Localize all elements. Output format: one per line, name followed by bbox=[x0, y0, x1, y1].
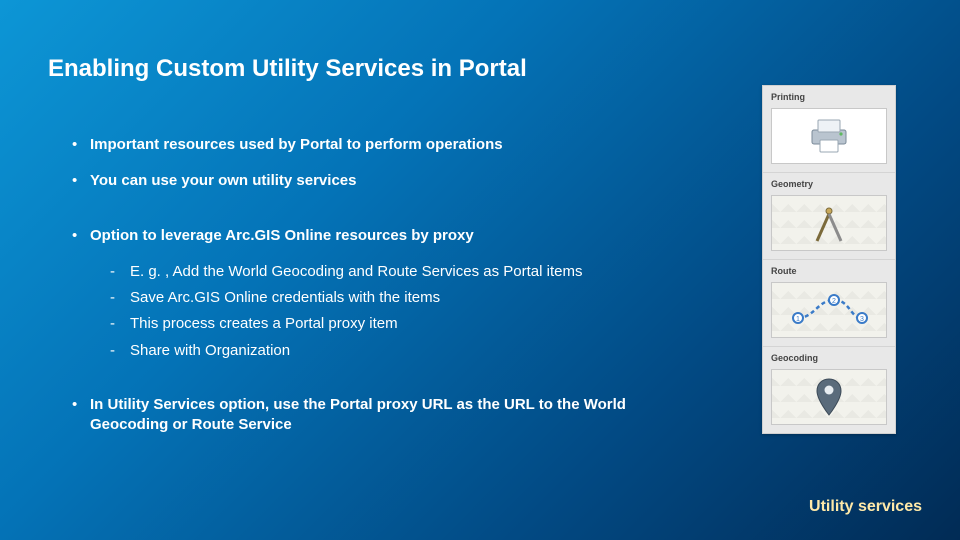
panel-label-printing: Printing bbox=[771, 92, 887, 102]
svg-text:1: 1 bbox=[796, 316, 800, 323]
panel-section-geometry: Geometry bbox=[763, 173, 895, 260]
bullet-2-text: You can use your own utility services bbox=[90, 171, 356, 191]
sub-4: - Share with Organization bbox=[110, 341, 740, 361]
svg-text:2: 2 bbox=[832, 298, 836, 305]
bullet-3-text: Option to leverage Arc.GIS Online resour… bbox=[90, 226, 474, 246]
printer-icon bbox=[806, 118, 852, 154]
panel-section-printing: Printing bbox=[763, 86, 895, 173]
pin-icon bbox=[809, 375, 849, 419]
utility-panel: Printing Geometry bbox=[762, 85, 896, 434]
sub-bullets: - E. g. , Add the World Geocoding and Ro… bbox=[110, 262, 740, 361]
dash: - bbox=[110, 262, 130, 282]
panel-section-geocoding: Geocoding bbox=[763, 347, 895, 433]
panel-label-route: Route bbox=[771, 266, 887, 276]
bullet-3: • Option to leverage Arc.GIS Online reso… bbox=[72, 226, 740, 246]
bullet-dot: • bbox=[72, 226, 90, 246]
content-area: • Important resources used by Portal to … bbox=[72, 135, 740, 451]
panel-section-route: Route 1 2 3 bbox=[763, 260, 895, 347]
geocoding-thumb bbox=[771, 369, 887, 425]
bullet-4-text: In Utility Services option, use the Port… bbox=[90, 395, 630, 436]
panel-label-geometry: Geometry bbox=[771, 179, 887, 189]
bullet-1: • Important resources used by Portal to … bbox=[72, 135, 740, 155]
sub-3-text: This process creates a Portal proxy item bbox=[130, 314, 398, 334]
bullet-1-text: Important resources used by Portal to pe… bbox=[90, 135, 503, 155]
bullet-dot: • bbox=[72, 395, 90, 436]
svg-text:3: 3 bbox=[860, 316, 864, 323]
route-icon: 1 2 3 bbox=[784, 288, 874, 332]
sub-1: - E. g. , Add the World Geocoding and Ro… bbox=[110, 262, 740, 282]
bullet-dot: • bbox=[72, 135, 90, 155]
slide-title: Enabling Custom Utility Services in Port… bbox=[48, 55, 527, 83]
compass-icon bbox=[807, 201, 851, 245]
geometry-thumb bbox=[771, 195, 887, 251]
bullet-2: • You can use your own utility services bbox=[72, 171, 740, 191]
bullet-4: • In Utility Services option, use the Po… bbox=[72, 395, 740, 436]
sub-2-text: Save Arc.GIS Online credentials with the… bbox=[130, 288, 440, 308]
dash: - bbox=[110, 314, 130, 334]
sub-3: - This process creates a Portal proxy it… bbox=[110, 314, 740, 334]
slide: Enabling Custom Utility Services in Port… bbox=[0, 0, 960, 540]
panel-label-geocoding: Geocoding bbox=[771, 353, 887, 363]
panel-caption: Utility services bbox=[809, 498, 922, 516]
dash: - bbox=[110, 288, 130, 308]
dash: - bbox=[110, 341, 130, 361]
sub-2: - Save Arc.GIS Online credentials with t… bbox=[110, 288, 740, 308]
sub-1-text: E. g. , Add the World Geocoding and Rout… bbox=[130, 262, 582, 282]
route-thumb: 1 2 3 bbox=[771, 282, 887, 338]
sub-4-text: Share with Organization bbox=[130, 341, 290, 361]
bullet-dot: • bbox=[72, 171, 90, 191]
printing-thumb bbox=[771, 108, 887, 164]
